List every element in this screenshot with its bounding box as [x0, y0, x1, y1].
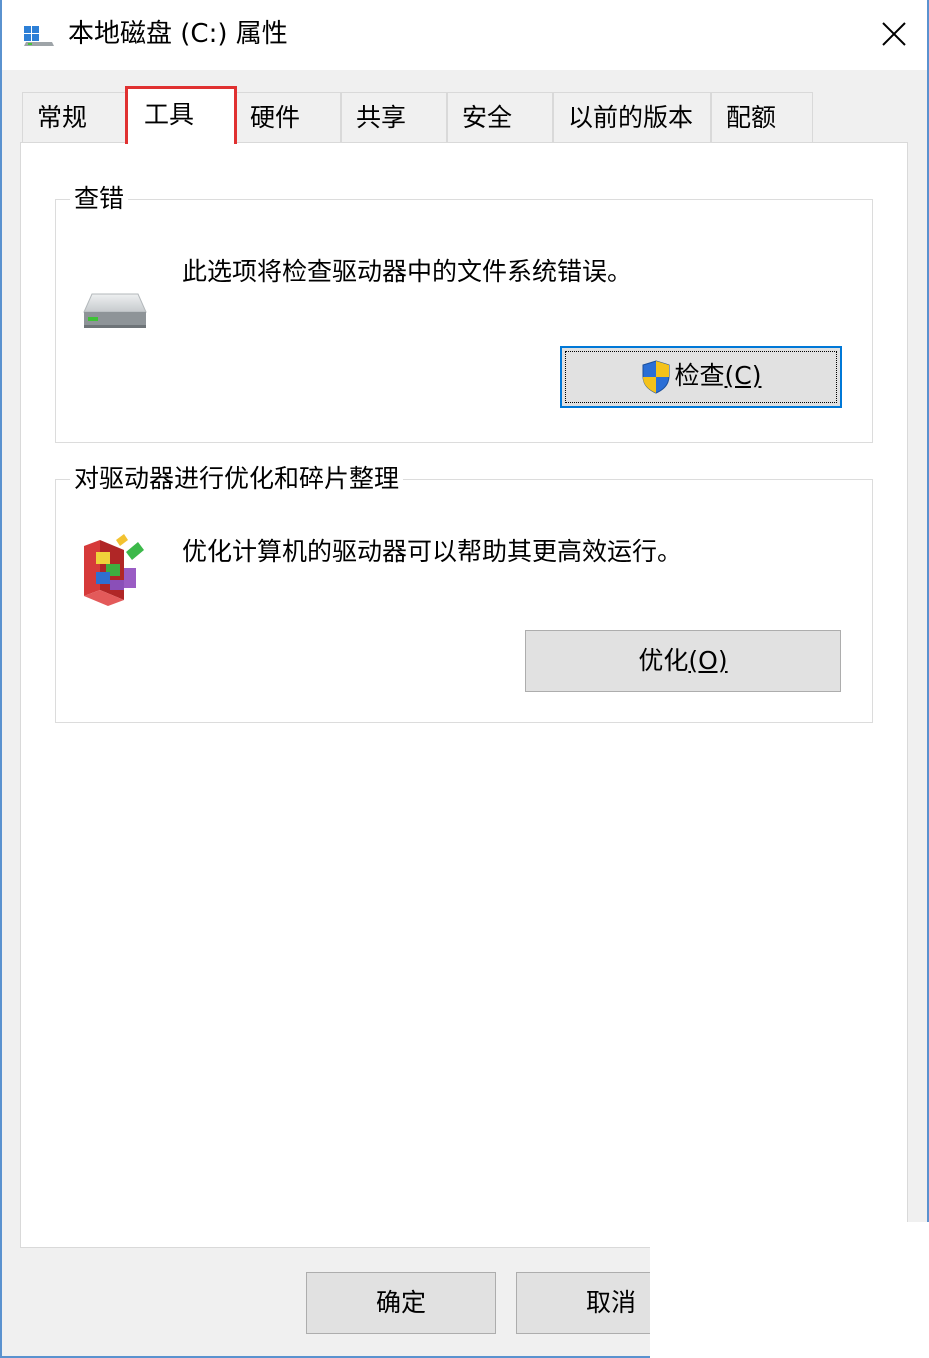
drive-icon [24, 26, 54, 46]
tab-label: 配额 [726, 103, 777, 132]
check-button[interactable]: 检查(C) [560, 346, 842, 408]
optimize-description: 优化计算机的驱动器可以帮助其更高效运行。 [182, 537, 683, 566]
close-icon [882, 22, 906, 46]
optimize-group: 对驱动器进行优化和碎片整理 优化计算机的驱动器可以帮助其更高效运行。 优化(O) [55, 460, 873, 723]
properties-window: 本地磁盘 (C:) 属性 常规 工具 硬件 共享 安全 以前的版本 配额 查错 [0, 0, 929, 1358]
tab-tools[interactable]: 工具 [125, 86, 237, 144]
optimize-button-text: 优化 [638, 646, 689, 675]
tab-label: 以前的版本 [568, 103, 694, 132]
tab-label: 安全 [462, 103, 513, 132]
optimize-button[interactable]: 优化(O) [525, 630, 841, 692]
tab-label: 常规 [37, 103, 88, 132]
ok-button[interactable]: 确定 [306, 1272, 496, 1334]
tab-general[interactable]: 常规 [22, 92, 128, 142]
error-checking-group: 查错 此选项将检查驱动器中的文件系统错误。 检查(C) [55, 180, 873, 443]
window-title: 本地磁盘 (C:) 属性 [68, 19, 288, 49]
watermark-overlay [650, 1222, 929, 1358]
check-button-label: 检查(C) [641, 360, 762, 394]
close-button[interactable] [864, 6, 924, 62]
check-button-accel: (C) [724, 361, 762, 390]
tab-quota[interactable]: 配额 [711, 92, 813, 142]
uac-shield-icon [642, 360, 669, 394]
group-title: 查错 [70, 180, 129, 218]
tab-sharing[interactable]: 共享 [341, 92, 447, 142]
tab-previous-versions[interactable]: 以前的版本 [553, 92, 711, 142]
tab-label: 共享 [356, 103, 407, 132]
hard-drive-icon [83, 293, 147, 328]
tab-security[interactable]: 安全 [447, 92, 553, 142]
check-button-text: 检查 [674, 361, 725, 390]
tab-label: 硬件 [250, 103, 301, 132]
tab-label: 工具 [144, 100, 195, 129]
error-check-description: 此选项将检查驱动器中的文件系统错误。 [182, 257, 633, 286]
group-title: 对驱动器进行优化和碎片整理 [70, 460, 404, 498]
defrag-icon [84, 534, 144, 606]
optimize-button-accel: (O) [688, 646, 728, 675]
tab-hardware[interactable]: 硬件 [235, 92, 341, 142]
title-bar[interactable]: 本地磁盘 (C:) 属性 [2, 0, 927, 70]
tab-panel-tools: 查错 此选项将检查驱动器中的文件系统错误。 检查(C) 对驱动器进行优化和碎片整… [20, 142, 908, 1248]
